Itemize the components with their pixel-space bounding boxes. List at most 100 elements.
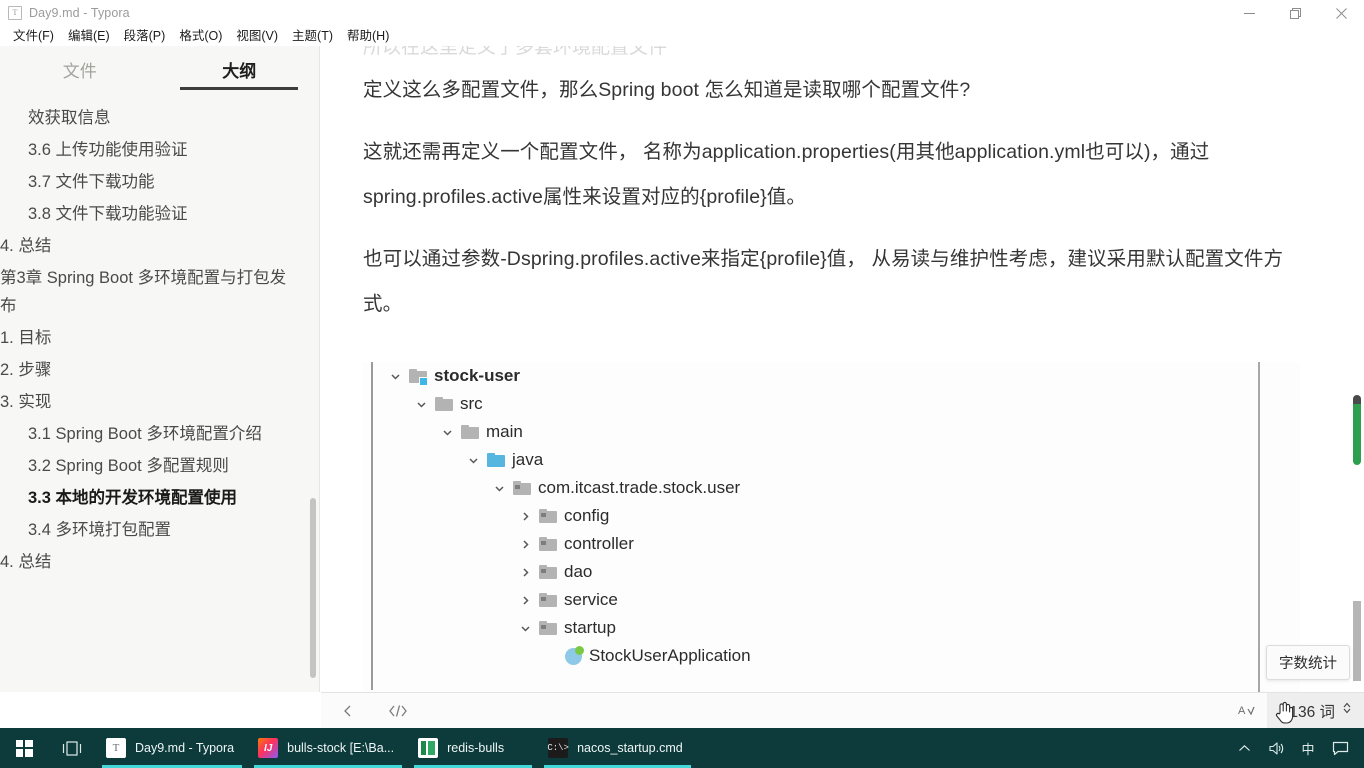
outline-item[interactable]: 3.4 多环境打包配置	[0, 514, 319, 546]
editor-scrollbar[interactable]	[1350, 46, 1364, 692]
taskbar-item-label: redis-bulls	[447, 741, 505, 755]
window-controls	[1226, 0, 1364, 26]
taskbar-item[interactable]: redis-bulls	[408, 728, 538, 768]
source-folder-icon	[487, 452, 505, 467]
package-icon	[539, 592, 557, 607]
chevron-right-icon	[517, 536, 533, 552]
editor-scrollbar-thumb[interactable]	[1353, 395, 1361, 465]
taskbar-item-label: nacos_startup.cmd	[577, 741, 683, 755]
file-tree-row: main	[363, 418, 1300, 446]
file-tree-row: StockUserApplication	[363, 642, 1300, 670]
maximize-button[interactable]	[1272, 0, 1318, 26]
file-tree-image: stock-user src main java com.itcast.trade.st…	[363, 362, 1300, 692]
sidebar-scrollbar[interactable]	[310, 498, 316, 678]
taskbar-item-label: bulls-stock [E:\Ba...	[287, 741, 395, 755]
file-tree-row: stock-user	[363, 362, 1300, 390]
ime-icon[interactable]: 中	[1292, 728, 1324, 768]
minimize-button[interactable]	[1226, 0, 1272, 26]
chevron-down-icon	[387, 368, 403, 384]
menu-view[interactable]: 视图(V)	[229, 26, 285, 46]
typora-window: T Day9.md - Typora 文件(F) 编辑(E) 段落(P) 格式(…	[0, 0, 1364, 768]
status-bar-right: A 9136 词	[1227, 693, 1364, 728]
taskbar-item[interactable]: C:\> nacos_startup.cmd	[538, 728, 697, 768]
spring-class-icon	[565, 645, 584, 665]
start-button[interactable]	[0, 728, 48, 768]
title-bar: T Day9.md - Typora	[0, 0, 1364, 26]
paragraph-1: 定义这么多配置文件，那么Spring boot 怎么知道是读取哪个配置文件?	[363, 79, 971, 101]
file-tree-rows: stock-user src main java com.itcast.trade.st…	[363, 362, 1300, 670]
outline-item[interactable]: 4. 总结	[0, 230, 319, 262]
file-tree-row: config	[363, 502, 1300, 530]
outline-item[interactable]: 3.3 本地的开发环境配置使用	[0, 482, 319, 514]
package-icon	[539, 564, 557, 579]
tab-files[interactable]: 文件	[0, 57, 160, 90]
notification-icon[interactable]	[1324, 728, 1356, 768]
chevron-down-icon	[413, 396, 429, 412]
taskbar: T Day9.md - Typora IJ bulls-stock [E:\Ba...…	[0, 728, 1364, 768]
idea-icon: IJ	[258, 738, 279, 758]
outline-item[interactable]: 第3章 Spring Boot 多环境配置与打包发布	[0, 262, 319, 322]
task-view-button[interactable]	[48, 728, 96, 768]
volume-icon[interactable]	[1260, 728, 1292, 768]
chevron-left-icon[interactable]	[335, 699, 361, 723]
editor-content[interactable]: 所以在这里定义了多套环境配置文件 定义这么多配置文件，那么Spring boot…	[321, 46, 1364, 692]
word-count-button[interactable]: 9136 词	[1266, 693, 1364, 728]
menu-edit[interactable]: 编辑(E)	[61, 26, 117, 46]
outline-item[interactable]: 3.1 Spring Boot 多环境配置介绍	[0, 418, 319, 450]
word-count-value: 9136 词	[1280, 703, 1335, 721]
word-count-tooltip: 字数统计	[1266, 645, 1350, 680]
taskbar-item-label: Day9.md - Typora	[135, 741, 235, 755]
tab-outline[interactable]: 大纲	[160, 57, 320, 90]
file-tree-row: com.itcast.trade.stock.user	[363, 474, 1300, 502]
menu-paragraph[interactable]: 段落(P)	[117, 26, 173, 46]
file-tree-label: StockUserApplication	[589, 646, 751, 665]
editor-scrollbar-marker	[1353, 601, 1361, 681]
taskbar-item[interactable]: IJ bulls-stock [E:\Ba...	[248, 728, 408, 768]
file-tree-label: startup	[564, 618, 616, 637]
paragraph-3: 也可以通过参数-Dspring.profiles.active来指定{profi…	[363, 248, 1284, 315]
file-tree-row: java	[363, 446, 1300, 474]
menu-help[interactable]: 帮助(H)	[340, 26, 396, 46]
status-bar: A 9136 词	[321, 692, 1364, 728]
file-tree-label: service	[564, 590, 618, 609]
outline-item[interactable]: 2. 步骤	[0, 354, 319, 386]
outline-item[interactable]: 3.6 上传功能使用验证	[0, 134, 319, 166]
window-title: Day9.md - Typora	[29, 6, 130, 20]
outline-item[interactable]: 1. 目标	[0, 322, 319, 354]
file-tree-row: service	[363, 586, 1300, 614]
show-hidden-icons-icon[interactable]	[1228, 728, 1260, 768]
windows-logo-icon	[15, 739, 33, 757]
file-tree-label: dao	[564, 562, 593, 581]
outline-item[interactable]: 效获取信息	[0, 102, 319, 134]
sidebar: 文件 大纲 效获取信息 3.6 上传功能使用验证 3.7 文件下载功能 3.8 文件下…	[0, 46, 320, 692]
file-tree-row: startup	[363, 614, 1300, 642]
menu-bar: 文件(F) 编辑(E) 段落(P) 格式(O) 视图(V) 主题(T) 帮助(H…	[0, 26, 1364, 46]
typora-icon: T	[8, 6, 22, 20]
source-code-icon[interactable]	[385, 699, 411, 723]
close-button[interactable]	[1318, 0, 1364, 26]
outline-item[interactable]: 3. 实现	[0, 386, 319, 418]
chevron-right-icon	[517, 592, 533, 608]
outline-item[interactable]: 4. 总结	[0, 546, 319, 578]
outline-item[interactable]: 3.7 文件下载功能	[0, 166, 319, 198]
package-icon	[513, 480, 531, 495]
chevron-updown-icon	[1342, 701, 1352, 720]
chevron-down-icon	[491, 480, 507, 496]
spellcheck-icon[interactable]: A	[1227, 703, 1267, 719]
typora-icon: T	[106, 738, 126, 758]
chevron-down-icon	[439, 424, 455, 440]
taskbar-item[interactable]: T Day9.md - Typora	[96, 728, 248, 768]
menu-file[interactable]: 文件(F)	[6, 26, 61, 46]
outline-item[interactable]: 3.8 文件下载功能验证	[0, 198, 319, 230]
sidebar-tabs: 文件 大纲	[0, 46, 319, 90]
package-icon	[539, 620, 557, 635]
menu-format[interactable]: 格式(O)	[172, 26, 229, 46]
paragraph-2: 这就还需再定义一个配置文件， 名称为application.properties…	[363, 141, 1210, 208]
chevron-down-icon	[465, 452, 481, 468]
menu-theme[interactable]: 主题(T)	[285, 26, 340, 46]
chevron-right-icon	[517, 564, 533, 580]
package-icon	[539, 508, 557, 523]
outline-item[interactable]: 3.2 Spring Boot 多配置规则	[0, 450, 319, 482]
redis-icon	[418, 738, 439, 758]
file-tree-label: main	[486, 422, 523, 441]
